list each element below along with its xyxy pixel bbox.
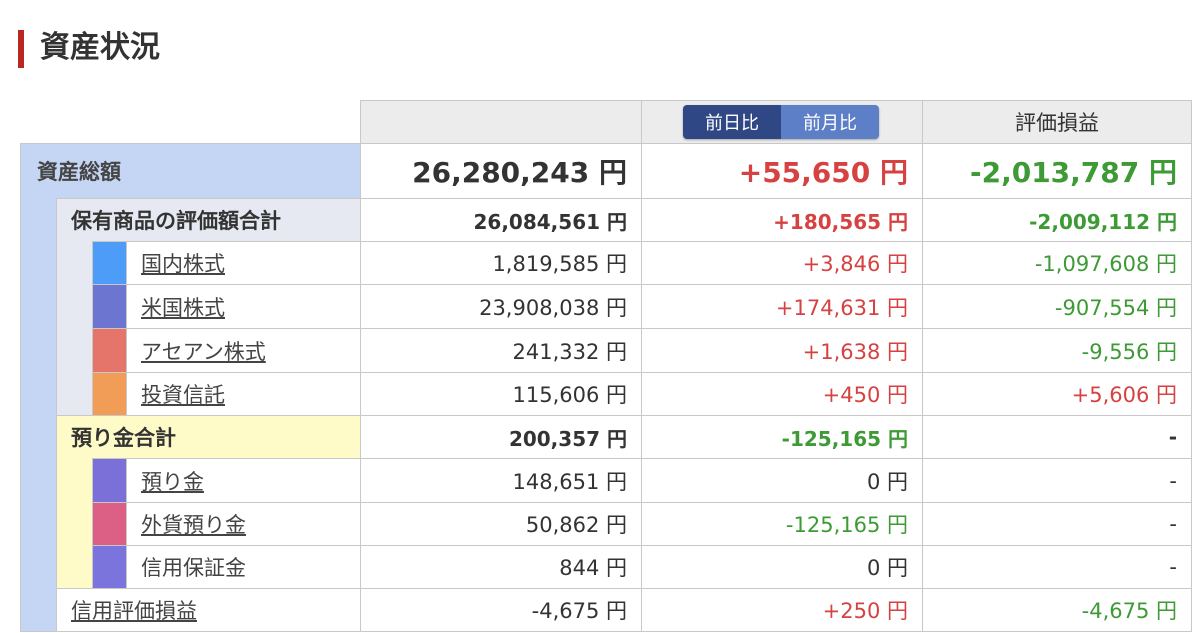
holdings-pl: -2,009,112 円 (922, 198, 1192, 242)
investment-trust-change: +450 円 (641, 372, 923, 416)
holdings-value: 26,084,561 円 (360, 198, 642, 242)
foreign-currency-deposit-change: -125,165 円 (641, 502, 923, 546)
foreign-currency-deposit-value: 50,862 円 (360, 502, 642, 546)
domestic-stock-change: +3,846 円 (641, 241, 923, 285)
deposits-item-label-cell: 外貨預り金 (126, 502, 361, 546)
deposits-value: 200,357 円 (360, 415, 642, 459)
margin-collateral-color-swatch (92, 545, 127, 589)
domestic-stock-value: 1,819,585 円 (360, 241, 642, 285)
holdings-item-label-cell: 米国株式 (126, 284, 361, 329)
title-accent-bar (18, 30, 24, 68)
us-stock-pl: -907,554 円 (922, 284, 1192, 329)
margin-collateral-pl: - (922, 545, 1192, 589)
foreign-currency-deposit-pl: - (922, 502, 1192, 546)
asean-stock-color-swatch (92, 328, 127, 373)
total-value: 26,280,243 円 (360, 143, 642, 199)
holdings-item-label-cell: アセアン株式 (126, 328, 361, 373)
domestic-stock-link[interactable]: 国内株式 (141, 248, 225, 278)
holdings-item-label-cell: 投資信託 (126, 372, 361, 416)
deposit-link[interactable]: 預り金 (141, 466, 204, 496)
margin-pl-change: +250 円 (641, 588, 923, 632)
foreign-currency-deposit-color-swatch (92, 502, 127, 546)
margin-pl-label-cell: 信用評価損益 (56, 588, 361, 632)
margin-collateral-change: 0 円 (641, 545, 923, 589)
asset-total-band (20, 198, 57, 632)
deposit-pl: - (922, 458, 1192, 503)
investment-trust-value: 115,606 円 (360, 372, 642, 416)
deposit-color-swatch (92, 458, 127, 503)
page-title: 資産状況 (40, 30, 160, 65)
deposits-item-label-cell: 預り金 (126, 458, 361, 503)
deposits-item-label-cell: 信用保証金 (126, 545, 361, 589)
investment-trust-pl: +5,606 円 (922, 372, 1192, 416)
margin-collateral-label: 信用保証金 (141, 556, 246, 580)
holdings-indent-band (56, 241, 93, 416)
header-label-cell (360, 100, 642, 144)
deposit-change: 0 円 (641, 458, 923, 503)
toggle-month-button[interactable]: 前月比 (781, 105, 879, 139)
deposit-value: 148,651 円 (360, 458, 642, 503)
toggle-day-button[interactable]: 前日比 (683, 105, 781, 139)
holdings-label: 保有商品の評価額合計 (71, 209, 281, 233)
header-pl-label: 評価損益 (922, 100, 1192, 144)
asean-stock-link[interactable]: アセアン株式 (141, 336, 266, 366)
asean-stock-value: 241,332 円 (360, 328, 642, 373)
margin-collateral-value: 844 円 (360, 545, 642, 589)
deposits-pl: - (922, 415, 1192, 459)
investment-trust-color-swatch (92, 372, 127, 416)
asset-total-label-cell: 資産総額 (20, 143, 361, 199)
investment-trust-link[interactable]: 投資信託 (141, 379, 225, 409)
total-change: +55,650 円 (641, 143, 923, 199)
holdings-label-cell: 保有商品の評価額合計 (56, 198, 361, 242)
us-stock-value: 23,908,038 円 (360, 284, 642, 329)
asean-stock-pl: -9,556 円 (922, 328, 1192, 373)
margin-pl-value: -4,675 円 (360, 588, 642, 632)
asset-total-label: 資産総額 (37, 160, 121, 184)
deposits-label: 預り金合計 (71, 426, 176, 450)
domestic-stock-color-swatch (92, 241, 127, 285)
margin-pl-pl: -4,675 円 (922, 588, 1192, 632)
us-stock-color-swatch (92, 284, 127, 329)
comparison-toggle: 前日比 前月比 (683, 105, 879, 139)
deposits-indent-band (56, 458, 93, 589)
us-stock-change: +174,631 円 (641, 284, 923, 329)
asean-stock-change: +1,638 円 (641, 328, 923, 373)
domestic-stock-pl: -1,097,608 円 (922, 241, 1192, 285)
holdings-change: +180,565 円 (641, 198, 923, 242)
foreign-currency-deposit-link[interactable]: 外貨預り金 (141, 509, 246, 539)
holdings-item-label-cell: 国内株式 (126, 241, 361, 285)
deposits-change: -125,165 円 (641, 415, 923, 459)
us-stock-link[interactable]: 米国株式 (141, 292, 225, 322)
total-pl: -2,013,787 円 (922, 143, 1192, 199)
margin-pl-link[interactable]: 信用評価損益 (71, 595, 197, 625)
deposits-label-cell: 預り金合計 (56, 415, 361, 459)
